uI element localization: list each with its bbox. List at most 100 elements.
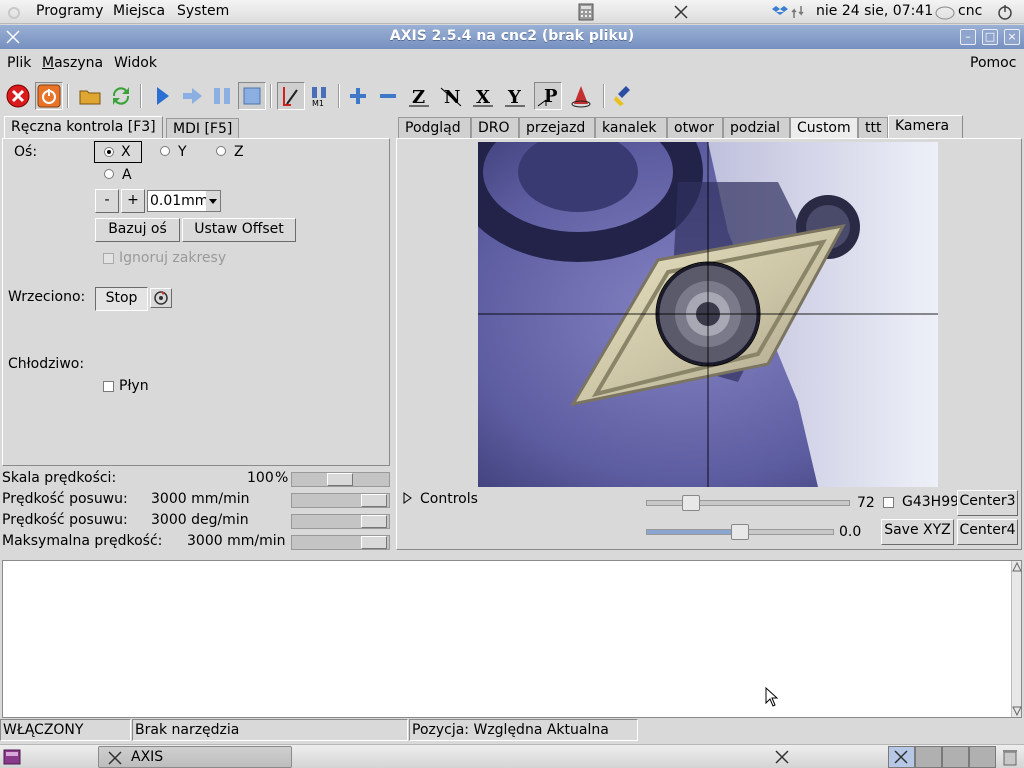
slider-handle[interactable]	[327, 473, 353, 486]
tab-ttt[interactable]: ttt	[858, 117, 888, 138]
menubar: Plik Maszyna Widok Pomoc	[0, 50, 1024, 75]
reload-icon[interactable]	[107, 82, 135, 110]
network-icon[interactable]	[791, 4, 807, 20]
open-folder-icon[interactable]	[76, 82, 104, 110]
stop-icon[interactable]	[238, 82, 266, 110]
g43-checkbox[interactable]	[883, 497, 894, 508]
tab-mdi[interactable]: MDI [F5]	[166, 118, 240, 139]
slider-handle[interactable]	[731, 524, 749, 540]
controls-expander[interactable]: Controls	[402, 491, 478, 509]
estop-button[interactable]	[4, 82, 32, 110]
pause-icon[interactable]	[208, 82, 236, 110]
view-x-icon[interactable]: X	[469, 82, 497, 110]
jog-plus-button[interactable]: +	[121, 189, 145, 213]
axis-x-radio[interactable]: X	[94, 141, 142, 163]
window-titlebar[interactable]: AXIS 2.5.4 na cnc2 (brak pliku) – □ ×	[0, 25, 1024, 49]
save-xyz-button[interactable]: Save XYZ	[881, 519, 954, 545]
view-z2-icon[interactable]: N	[437, 82, 465, 110]
workspace-2[interactable]	[915, 746, 942, 768]
view-perspective-icon[interactable]: P	[534, 82, 562, 110]
x-app-icon[interactable]	[673, 4, 689, 20]
workspace-switcher[interactable]	[888, 746, 996, 768]
menu-system[interactable]: System	[177, 3, 229, 19]
chevron-down-icon[interactable]	[206, 191, 220, 211]
slider-handle[interactable]	[682, 495, 700, 511]
triangle-right-icon	[402, 492, 414, 509]
override-label: Prędkość posuwu:	[2, 512, 128, 528]
calculator-icon[interactable]	[578, 3, 594, 21]
axis-y-radio[interactable]: Y	[158, 141, 198, 163]
axis-z-label: Z	[234, 144, 244, 160]
toolbar: M1 Z N X Y P	[0, 80, 1024, 114]
tab-podgl-d[interactable]: Podgląd	[398, 117, 471, 138]
menu-pomoc[interactable]: Pomoc	[970, 55, 1016, 71]
user-name[interactable]: cnc	[958, 3, 982, 19]
show-desktop-icon[interactable]	[3, 749, 21, 765]
tab-otwor[interactable]: otwor	[667, 117, 723, 138]
camera-slider-1[interactable]	[646, 495, 850, 511]
slider-handle[interactable]	[361, 536, 387, 549]
taskbar-axis-button[interactable]: AXIS	[98, 746, 292, 768]
step-icon[interactable]	[178, 82, 206, 110]
x-app-icon[interactable]	[774, 749, 790, 765]
jog-increment-select[interactable]: 0.01mm	[147, 190, 221, 212]
tab-kanalek[interactable]: kanalek	[595, 117, 667, 138]
optional-stop-icon[interactable]: M1	[306, 82, 334, 110]
tab-dro[interactable]: DRO	[471, 117, 519, 138]
workspace-1[interactable]	[888, 746, 915, 768]
axis-a-label: A	[122, 167, 132, 183]
camera-view[interactable]	[478, 142, 938, 487]
tab-podzial[interactable]: podzial	[723, 117, 790, 138]
view-z-icon[interactable]: Z	[405, 82, 433, 110]
close-button[interactable]: ×	[1004, 29, 1020, 45]
menu-widok[interactable]: Widok	[114, 55, 157, 71]
machine-power-button[interactable]	[35, 82, 63, 110]
set-offset-button[interactable]: Ustaw Offset	[182, 218, 296, 242]
menu-maszyna[interactable]: Maszyna	[42, 55, 103, 71]
jog-minus-button[interactable]: -	[95, 189, 119, 213]
spindle-stop-button[interactable]: Stop	[95, 287, 148, 311]
flood-checkbox[interactable]	[103, 381, 114, 392]
override-slider[interactable]	[291, 493, 390, 508]
power-icon[interactable]	[997, 4, 1013, 20]
tab-custom[interactable]: Custom	[790, 117, 858, 138]
dropbox-icon[interactable]	[772, 4, 788, 20]
override-value: 3000 mm/min	[187, 533, 286, 549]
message-textarea[interactable]	[2, 560, 1022, 718]
ignore-limits-checkbox[interactable]	[103, 253, 114, 264]
tab-manual-control[interactable]: Ręczna kontrola [F3]	[4, 116, 163, 139]
camera-slider-2[interactable]	[646, 524, 834, 540]
override-slider[interactable]	[291, 472, 390, 487]
rotate-view-icon[interactable]	[567, 82, 595, 110]
menu-programy[interactable]: Programy	[36, 3, 103, 19]
override-slider[interactable]	[291, 514, 390, 529]
tab-przejazd[interactable]: przejazd	[519, 117, 595, 138]
block-delete-icon[interactable]	[277, 82, 305, 110]
trash-icon[interactable]	[1002, 748, 1018, 766]
minimize-button[interactable]: –	[960, 29, 976, 45]
top-panel: Programy Miejsca System nie 24 sie, 07:4…	[0, 0, 1024, 24]
center4-button[interactable]: Center4	[957, 519, 1018, 545]
workspace-3[interactable]	[942, 746, 969, 768]
zoom-in-icon[interactable]	[344, 82, 372, 110]
center3-button[interactable]: Center3	[957, 490, 1018, 516]
axis-a-radio[interactable]: A	[102, 164, 142, 186]
override-slider[interactable]	[291, 535, 390, 550]
tab-kamera[interactable]: Kamera	[888, 115, 963, 138]
run-icon[interactable]	[148, 82, 176, 110]
zoom-out-icon[interactable]	[374, 82, 402, 110]
menu-plik[interactable]: Plik	[7, 55, 31, 71]
slider-handle[interactable]	[361, 494, 387, 507]
clock[interactable]: nie 24 sie, 07:41	[816, 3, 933, 19]
view-y-icon[interactable]: Y	[501, 82, 529, 110]
spindle-direction-button[interactable]	[150, 288, 172, 308]
gnome-foot-icon[interactable]	[6, 4, 22, 20]
axis-z-radio[interactable]: Z	[214, 141, 254, 163]
slider-handle[interactable]	[361, 515, 387, 528]
vertical-scrollbar[interactable]	[1011, 561, 1022, 717]
workspace-4[interactable]	[969, 746, 996, 768]
maximize-button[interactable]: □	[982, 29, 998, 45]
clear-backplot-icon[interactable]	[610, 82, 638, 110]
home-axis-button[interactable]: Bazuj oś	[95, 218, 180, 242]
menu-miejsca[interactable]: Miejsca	[113, 3, 165, 19]
